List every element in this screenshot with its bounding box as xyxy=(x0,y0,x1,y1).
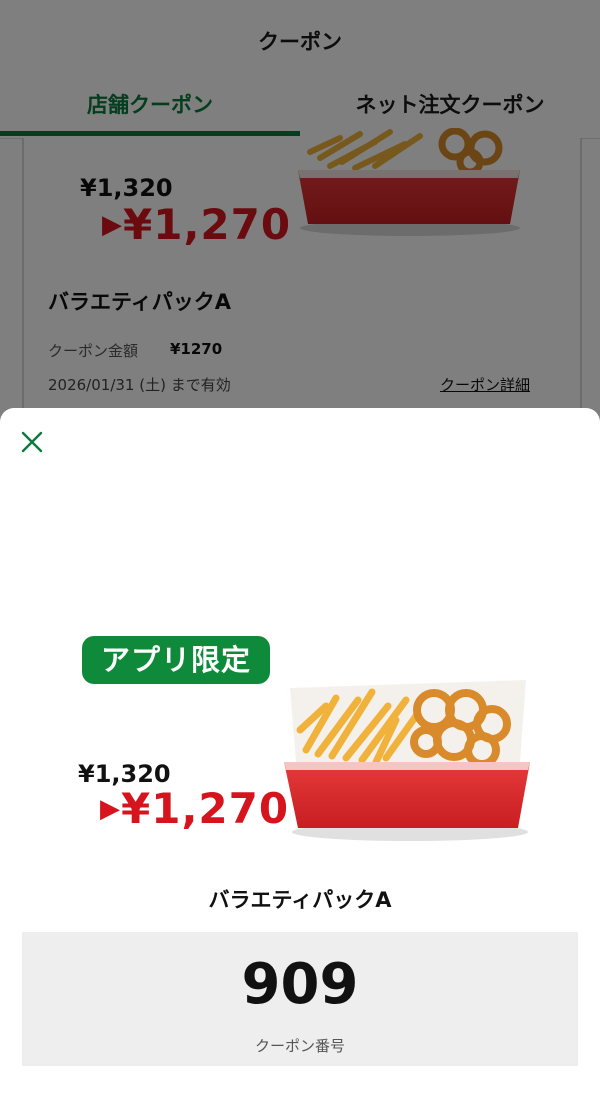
close-button[interactable] xyxy=(16,426,48,458)
app-exclusive-badge: アプリ限定 xyxy=(82,636,270,684)
discounted-price-value: ¥1,270 xyxy=(121,784,290,833)
close-icon xyxy=(21,431,43,453)
coupon-code-box: 909 クーポン番号 xyxy=(22,932,578,1066)
product-image xyxy=(284,680,530,841)
coupon-item-name: バラエティパックA xyxy=(208,888,392,912)
price-arrow-icon: ▶ xyxy=(100,794,121,824)
coupon-detail-sheet: アプリ限定 ¥1,320 ▶¥1,270 バラエティパックA 909 クーポン番… xyxy=(0,408,600,1100)
coupon-number-label: クーポン番号 xyxy=(254,1037,345,1055)
discounted-price: ▶¥1,270 xyxy=(100,784,289,833)
coupon-number: 909 xyxy=(241,952,359,1017)
